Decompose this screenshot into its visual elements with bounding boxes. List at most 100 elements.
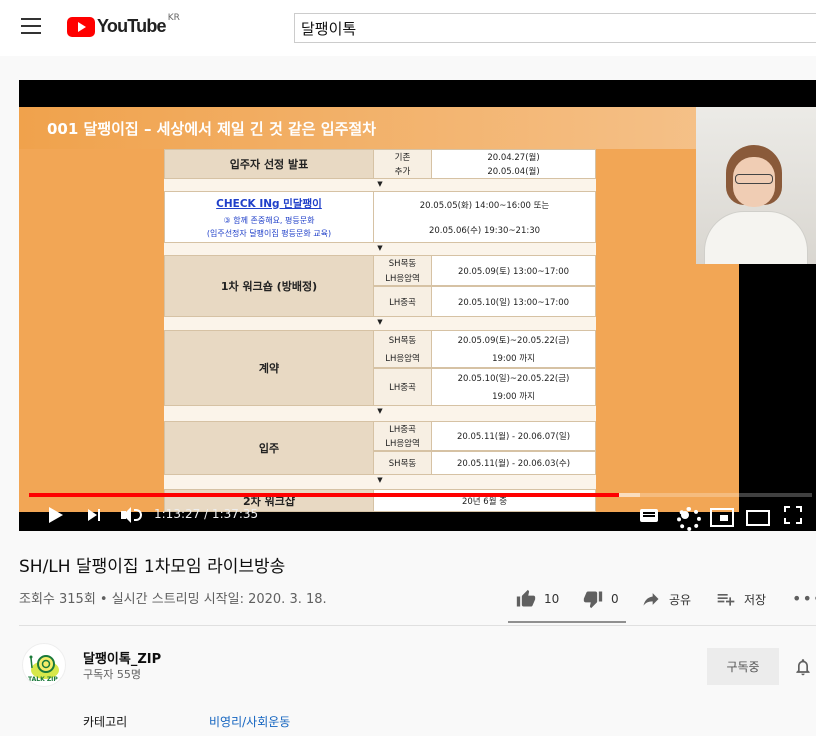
- slide-row-label: 계약: [164, 330, 374, 406]
- share-label: 공유: [669, 592, 692, 607]
- slide-row-value: 20.05.10(일) 13:00~17:00: [432, 286, 596, 317]
- category-label: 카테고리: [83, 715, 128, 729]
- next-icon[interactable]: [85, 504, 107, 526]
- slide-row-sub: 기존 추가: [374, 149, 432, 179]
- logo-region: KR: [167, 13, 180, 23]
- slide-value-text: 19:00 까지: [492, 354, 535, 364]
- video-title: SH/LH 달팽이집 1차모임 라이브방송: [19, 557, 286, 577]
- check-title: CHECK INg 민달팽이: [216, 197, 322, 210]
- slide-value-text: 20.05.09(토) 13:00~17:00: [457, 266, 570, 277]
- slide-row: 입주자 선정 발표 기존 추가 20.04.27(월) 20.05.04(월): [164, 149, 596, 179]
- avatar[interactable]: TALK ZIP: [22, 643, 66, 687]
- slide-sub-text: LH응암역: [385, 273, 420, 284]
- slide-row-label: 입주자 선정 발표: [164, 149, 374, 179]
- slide-value-text: 20.05.09(토)~20.05.22(금): [457, 336, 570, 346]
- miniplayer-icon[interactable]: [709, 504, 734, 527]
- slide-row-sub: LH중곡 LH응암역: [374, 421, 432, 451]
- sentiment-bar: [508, 621, 626, 623]
- slide-row-sub: SH목동 LH응암역: [374, 255, 432, 286]
- slide-row-value: 20.05.11(월) - 20.06.03(수): [432, 451, 596, 475]
- time-display: 1:13:27 / 1:37:35: [154, 507, 259, 521]
- subscriber-count: 구독자 55명: [83, 668, 141, 681]
- divider: [19, 625, 816, 626]
- subtitles-icon[interactable]: [638, 504, 660, 526]
- slide-row-label: 입주: [164, 421, 374, 475]
- play-icon[interactable]: [46, 504, 68, 526]
- slide-row-sub: SH목동 LH응암역: [374, 330, 432, 368]
- video-actions: 10 0 공유 저장 •••: [508, 585, 816, 625]
- slide-row-label: 1차 워크숍 (방배정): [164, 255, 374, 317]
- slide-row-value: 20.05.09(토) 13:00~17:00: [432, 255, 596, 286]
- slide-table: 입주자 선정 발표 기존 추가 20.04.27(월) 20.05.04(월) …: [164, 149, 596, 512]
- slide-value-text: 20.05.10(일) 13:00~17:00: [457, 297, 570, 308]
- dislike-button[interactable]: 0: [583, 589, 619, 609]
- check-subtitle: ③ 함께 존중해요, 평등문화: [223, 215, 315, 225]
- slide-value-text: 20.04.27(월): [487, 153, 540, 163]
- video-meta: 조회수 315회 • 실시간 스트리밍 시작일: 2020. 3. 18.: [19, 592, 327, 607]
- slide-value-text: 19:00 까지: [492, 392, 535, 402]
- presenter-glasses: [735, 174, 773, 184]
- slide-row-sub: SH목동: [374, 451, 432, 475]
- thumbs-down-icon: [583, 591, 603, 609]
- slide-row: 1차 워크숍 (방배정) SH목동 LH응암역 20.05.09(토) 13:0…: [164, 255, 596, 317]
- youtube-play-icon: [67, 16, 95, 37]
- slide-row: 계약 SH목동 LH응암역 20.05.09(토)~20.05.22(금) 19…: [164, 330, 596, 406]
- slide-sub-text: LH중곡: [389, 383, 416, 393]
- arrow-down-icon: ▼: [377, 180, 383, 188]
- logo-text: YouTube: [97, 16, 167, 36]
- like-count: 10: [544, 592, 560, 606]
- share-icon: [643, 593, 659, 606]
- slide-row-sub-group: LH중곡 LH응암역 20.05.11(월) - 20.06.07(일) SH목…: [374, 421, 596, 475]
- arrow-down-icon: ▼: [377, 318, 383, 326]
- theater-mode-icon[interactable]: [745, 504, 770, 526]
- channel-name[interactable]: 달팽이톡_ZIP: [83, 648, 161, 667]
- youtube-logo[interactable]: YouTube KR: [67, 13, 180, 37]
- more-icon[interactable]: •••: [792, 589, 816, 608]
- playlist-add-icon: [717, 594, 735, 606]
- video-frame-slide: 001 달팽이집 – 세상에서 제일 긴 것 같은 입주절차 입주자 선정 발표…: [19, 107, 739, 512]
- slide-row-sub: LH중곡: [374, 368, 432, 406]
- fullscreen-icon[interactable]: [782, 504, 804, 526]
- volume-icon[interactable]: [119, 504, 142, 526]
- check-subtitle: (입주선정자 달팽이집 평등문화 교육): [206, 228, 332, 238]
- slide-sub-text: LH응암역: [385, 439, 420, 449]
- like-button[interactable]: 10: [516, 589, 559, 609]
- webcam-overlay: [696, 107, 816, 264]
- bell-icon[interactable]: [793, 656, 813, 678]
- dislike-count: 0: [611, 592, 619, 606]
- slide-value-text: 20.05.05(화) 14:00~16:00 또는: [419, 200, 550, 211]
- slide-row: 입주 LH중곡 LH응암역 20.05.11(월) - 20.06.07(일) …: [164, 421, 596, 475]
- arrow-down-icon: ▼: [377, 476, 383, 484]
- slide-row-value: 20.05.11(월) - 20.06.07(일): [432, 421, 596, 451]
- gear-icon[interactable]: [674, 504, 701, 531]
- avatar-text: TALK ZIP: [28, 676, 58, 683]
- save-button[interactable]: 저장: [716, 589, 766, 609]
- slide-value-text: 20.05.10(일)~20.05.22(금): [457, 374, 570, 384]
- share-button[interactable]: 공유: [641, 589, 691, 609]
- menu-icon[interactable]: [21, 18, 41, 38]
- slide-row-label: CHECK INg 민달팽이 ③ 함께 존중해요, 평등문화 (입주선정자 달팽…: [164, 191, 374, 243]
- slide-sub-text: 추가: [394, 167, 411, 177]
- progress-played: [29, 493, 619, 497]
- slide-row-value: 20.05.10(일)~20.05.22(금) 19:00 까지: [432, 368, 596, 406]
- video-player[interactable]: 001 달팽이집 – 세상에서 제일 긴 것 같은 입주절차 입주자 선정 발표…: [19, 80, 816, 531]
- slide-sub-text: SH목동: [388, 259, 417, 270]
- presenter-body: [704, 211, 808, 264]
- slide-value-text: 20.05.04(월): [487, 167, 540, 177]
- category-link[interactable]: 비영리/사회운동: [209, 713, 290, 730]
- slide-row: CHECK INg 민달팽이 ③ 함께 존중해요, 평등문화 (입주선정자 달팽…: [164, 191, 596, 243]
- slide-sub-text: 기존: [394, 153, 411, 163]
- arrow-down-icon: ▼: [377, 244, 383, 252]
- progress-bar[interactable]: [29, 493, 812, 497]
- slide-sub-text: SH목동: [388, 459, 417, 469]
- slide-sub-text: LH중곡: [389, 297, 416, 308]
- thumbs-up-icon: [516, 589, 536, 607]
- slide-sub-text: LH응암역: [385, 354, 420, 364]
- slide-row-sub-group: SH목동 LH응암역 20.05.09(토) 13:00~17:00 LH중곡 …: [374, 255, 596, 317]
- subscribed-button[interactable]: 구독중: [707, 648, 779, 685]
- slide-row-sub: LH중곡: [374, 286, 432, 317]
- slide-header: 001 달팽이집 – 세상에서 제일 긴 것 같은 입주절차: [19, 107, 739, 149]
- slide-title: 001 달팽이집 – 세상에서 제일 긴 것 같은 입주절차: [47, 120, 376, 138]
- slide-sub-text: SH목동: [388, 336, 417, 346]
- search-input[interactable]: [294, 13, 816, 43]
